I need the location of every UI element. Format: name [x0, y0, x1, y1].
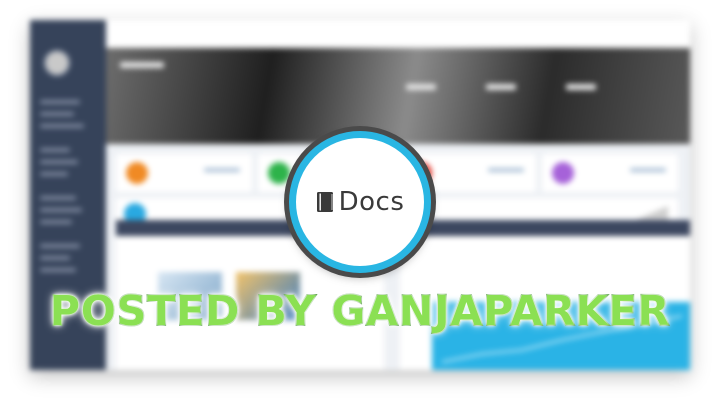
hero-stat: [406, 84, 436, 90]
avatar: [44, 50, 70, 76]
stat-card-icon: [268, 162, 290, 184]
top-bar: [106, 20, 690, 48]
docs-label: Docs: [338, 187, 405, 217]
sidebar-item: [40, 268, 76, 272]
sidebar-item: [40, 112, 74, 116]
sidebar-item: [40, 124, 84, 128]
sidebar-item: [40, 244, 80, 248]
stat-card: [116, 154, 252, 192]
hero-stat: [566, 84, 596, 90]
hero-banner: [106, 48, 690, 144]
stat-card-text: [488, 168, 524, 172]
stat-card-text: [630, 168, 666, 172]
sidebar-item: [40, 100, 80, 104]
sidebar-item: [40, 256, 70, 260]
watermark-text: POSTED BY GANJAPARKER: [49, 286, 671, 336]
sidebar-item: [40, 172, 68, 176]
stat-card: [542, 154, 678, 192]
panel-header: [400, 220, 690, 236]
book-icon: [316, 192, 333, 212]
stat-card-icon: [552, 162, 574, 184]
sidebar-item: [40, 220, 72, 224]
stat-card-icon: [126, 162, 148, 184]
sidebar-item: [40, 148, 70, 152]
sidebar-item: [40, 160, 78, 164]
screenshot-stage: Docs POSTED BY GANJAPARKER: [0, 0, 720, 400]
docs-badge[interactable]: Docs: [289, 131, 431, 273]
hero-stat: [120, 62, 164, 68]
hero-stat: [486, 84, 516, 90]
sidebar-item: [40, 208, 82, 212]
stat-card-text: [204, 168, 240, 172]
sidebar-item: [40, 196, 76, 200]
